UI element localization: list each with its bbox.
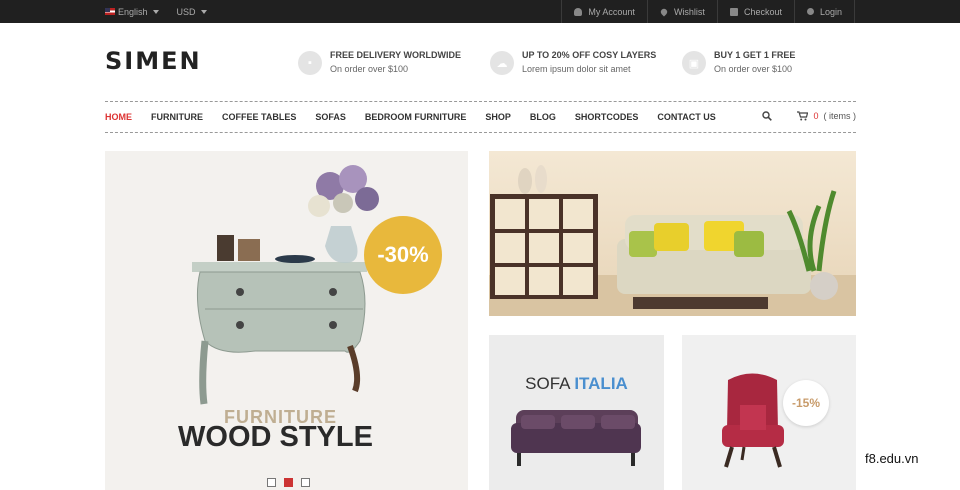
hero-sale-badge: -30% (364, 216, 442, 294)
user-icon (574, 7, 583, 16)
slider-dot[interactable] (267, 478, 276, 487)
currency-selector[interactable]: USD (177, 7, 207, 17)
cart-icon (797, 111, 809, 121)
cloud-icon: ☁ (490, 51, 514, 75)
slider-dot[interactable] (284, 478, 293, 487)
sofa-banner[interactable]: SOFA ITALIA (489, 335, 664, 490)
nav-item-blog[interactable]: BLOG (530, 112, 556, 122)
main-nav: HOME FURNITURE COFFEE TABLES SOFAS BEDROOM F… (105, 101, 856, 133)
checkout-label: Checkout (743, 6, 782, 17)
cart-suffix: ( items ) (823, 111, 857, 121)
promo-subtitle: On order over $100 (330, 64, 409, 74)
watermark: f8.edu.vn (865, 451, 919, 466)
top-bar: English USD My Account Wishlist Checkout… (0, 0, 960, 23)
cart-count: 0 (813, 111, 819, 121)
login-link[interactable]: Login (793, 0, 855, 23)
caret-down-icon (152, 9, 159, 14)
heart-icon (659, 6, 669, 17)
living-room-image (490, 165, 838, 309)
truck-icon: ▪ (298, 51, 322, 75)
promo-discount: ☁ UP TO 20% OFF COSY LAYERS Lorem ipsum … (490, 49, 656, 76)
nav-item-home[interactable]: HOME (105, 112, 132, 122)
nav-item-shortcodes[interactable]: SHORTCODES (575, 112, 639, 122)
my-account-label: My Account (588, 6, 635, 17)
search-icon[interactable] (762, 111, 772, 121)
cart-button[interactable]: 0 ( items ) (797, 111, 856, 121)
nav-item-coffee-tables[interactable]: COFFEE TABLES (222, 112, 296, 122)
language-label: English (118, 6, 148, 17)
promo-title: FREE DELIVERY WORLDWIDE (330, 50, 462, 60)
key-icon (806, 8, 814, 15)
sofa-image (511, 410, 641, 466)
caret-down-icon (200, 9, 207, 14)
promo-title: UP TO 20% OFF COSY LAYERS (522, 50, 657, 60)
wishlist-label: Wishlist (673, 6, 705, 17)
nav-item-shop[interactable]: SHOP (485, 112, 511, 122)
checkout-link[interactable]: Checkout (716, 0, 794, 23)
hero-slider[interactable]: -30% FURNITURE WOOD STYLE (105, 151, 468, 490)
currency-label: USD (176, 6, 196, 17)
us-flag-icon (105, 8, 115, 15)
armchair-sale-badge: -15% (783, 380, 829, 426)
nav-item-furniture[interactable]: FURNITURE (151, 112, 203, 122)
promo-bogo: ▣ BUY 1 GET 1 FREE On order over $100 (682, 49, 795, 76)
living-room-banner[interactable] (489, 151, 856, 316)
gift-icon: ▣ (682, 51, 706, 75)
armchair-banner[interactable]: -15% (682, 335, 856, 490)
promo-subtitle: Lorem ipsum dolor sit amet (522, 64, 631, 74)
promo-subtitle: On order over $100 (714, 64, 793, 74)
nav-item-bedroom-furniture[interactable]: BEDROOM FURNITURE (365, 112, 467, 122)
wishlist-link[interactable]: Wishlist (646, 0, 717, 23)
slider-dots (267, 478, 310, 487)
armchair-image (722, 373, 784, 468)
my-account-link[interactable]: My Account (561, 0, 647, 23)
nav-items: HOME FURNITURE COFFEE TABLES SOFAS BEDROOM F… (105, 112, 716, 122)
hero-title: WOOD STYLE (178, 421, 373, 453)
login-label: Login (819, 6, 842, 17)
slider-dot[interactable] (301, 478, 310, 487)
promo-free-delivery: ▪ FREE DELIVERY WORLDWIDE On order over … (298, 49, 461, 76)
nav-item-sofas[interactable]: SOFAS (315, 112, 346, 122)
promo-title: BUY 1 GET 1 FREE (714, 50, 796, 60)
site-logo[interactable]: SIMEN (105, 47, 202, 75)
language-selector[interactable]: English (105, 7, 159, 17)
check-icon (729, 7, 738, 16)
nav-item-contact-us[interactable]: CONTACT US (657, 112, 715, 122)
